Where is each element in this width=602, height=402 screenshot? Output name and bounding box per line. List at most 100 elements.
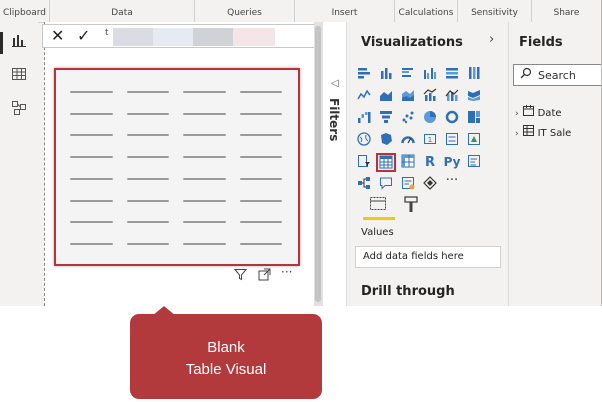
table-placeholder-line xyxy=(239,90,282,93)
table-placeholder-line xyxy=(126,90,169,93)
fields-tab-icon[interactable] xyxy=(369,196,387,216)
decomposition-tree-icon[interactable] xyxy=(355,176,373,193)
gauge-icon[interactable] xyxy=(399,132,417,149)
table-placeholder-line xyxy=(183,134,226,137)
stacked-column-chart-icon[interactable] xyxy=(377,66,395,83)
table-placeholder-line xyxy=(239,243,282,246)
table-placeholder-line xyxy=(183,221,226,224)
collapse-visualizations-icon[interactable]: › xyxy=(489,32,494,47)
chevron-right-icon[interactable]: › xyxy=(515,129,519,139)
fields-search-input[interactable]: Search xyxy=(513,64,601,86)
clustered-column-chart-icon[interactable] xyxy=(421,66,439,83)
ribbon-group-insert: Insert xyxy=(295,0,395,22)
table-placeholder-line xyxy=(70,90,113,93)
map-icon[interactable] xyxy=(355,132,373,149)
table-placeholder-line xyxy=(70,199,113,202)
waterfall-chart-icon[interactable] xyxy=(355,110,373,127)
table-placeholder-line xyxy=(70,112,113,115)
filled-map-icon[interactable] xyxy=(377,132,395,149)
filters-pane[interactable]: ◁ Filters xyxy=(322,22,347,306)
funnel-chart-icon[interactable] xyxy=(377,110,395,127)
callout-box: Blank Table Visual xyxy=(130,314,322,399)
treemap-icon[interactable] xyxy=(465,110,483,127)
line-chart-icon[interactable] xyxy=(355,88,373,105)
ribbon-chart-icon[interactable] xyxy=(465,88,483,105)
filter-icon[interactable] xyxy=(233,268,248,284)
get-more-visuals-icon[interactable]: ··· xyxy=(443,172,461,189)
pie-chart-icon[interactable] xyxy=(421,110,439,127)
table-placeholder-line xyxy=(183,243,226,246)
100-percent-column-chart-icon[interactable] xyxy=(465,66,483,83)
blank-table-visual[interactable] xyxy=(54,68,300,266)
table-placeholder-line xyxy=(239,199,282,202)
stacked-bar-chart-icon[interactable] xyxy=(355,66,373,83)
multi-row-card-icon[interactable] xyxy=(443,132,461,149)
table-placeholder-line xyxy=(70,177,113,180)
report-view-icon[interactable] xyxy=(10,32,28,50)
table-placeholder-line xyxy=(70,221,113,224)
matrix-icon[interactable] xyxy=(399,154,417,171)
table-placeholder-line xyxy=(126,221,169,224)
table-placeholder-line xyxy=(183,112,226,115)
formula-commit-button[interactable]: ✓ xyxy=(77,25,90,47)
qna-icon[interactable] xyxy=(377,176,395,193)
table-placeholder-line xyxy=(70,156,113,159)
formula-bar[interactable]: ✕ ✓ t xyxy=(42,24,344,48)
table-placeholder-line xyxy=(239,156,282,159)
clustered-bar-chart-icon[interactable] xyxy=(399,66,417,83)
model-view-icon[interactable] xyxy=(10,100,28,118)
canvas-scrollbar[interactable] xyxy=(314,22,322,306)
formula-cancel-button[interactable]: ✕ xyxy=(51,25,64,47)
drill-through-heading: Drill through xyxy=(361,284,455,299)
more-options-icon[interactable]: ··· xyxy=(281,265,292,279)
smart-narrative-icon[interactable] xyxy=(399,176,417,193)
formula-content-block xyxy=(113,28,153,46)
data-view-icon[interactable] xyxy=(10,66,28,84)
filters-pane-label: Filters xyxy=(327,98,341,142)
table-visual-icon[interactable] xyxy=(376,153,396,172)
r-visual-icon[interactable]: R xyxy=(421,154,439,171)
table-placeholder-line xyxy=(126,156,169,159)
search-placeholder: Search xyxy=(538,69,576,82)
scatter-chart-icon[interactable] xyxy=(399,110,417,127)
ribbon-group-data: Data xyxy=(50,0,195,22)
format-tab-icon[interactable] xyxy=(403,196,419,218)
field-table-date[interactable]: › Date xyxy=(515,105,562,119)
callout-line-2: Table Visual xyxy=(185,361,267,378)
svg-text:1: 1 xyxy=(428,136,432,144)
field-table-it-sale[interactable]: › IT Sale xyxy=(515,125,571,139)
chevron-right-icon[interactable]: › xyxy=(515,109,519,119)
line-and-column-chart-icon[interactable] xyxy=(421,88,439,105)
fields-pane: Fields Search › Date › IT Sale xyxy=(508,22,601,306)
stacked-area-chart-icon[interactable] xyxy=(399,88,417,105)
expand-filters-icon[interactable]: ◁ xyxy=(331,78,339,89)
values-drop-zone[interactable]: Add data fields here xyxy=(355,246,501,268)
left-nav xyxy=(0,22,38,306)
donut-chart-icon[interactable] xyxy=(443,110,461,127)
key-influencers-icon[interactable] xyxy=(465,154,483,171)
table-placeholder-line xyxy=(239,112,282,115)
focus-mode-icon[interactable] xyxy=(258,268,271,284)
slicer-icon[interactable] xyxy=(355,154,373,171)
values-well-label: Values xyxy=(361,227,394,238)
scrollbar-thumb[interactable] xyxy=(315,26,321,302)
table-placeholder-line xyxy=(126,199,169,202)
kpi-icon[interactable] xyxy=(465,132,483,149)
table-placeholder-rows xyxy=(64,80,290,254)
100-percent-bar-chart-icon[interactable] xyxy=(443,66,461,83)
paginated-report-icon[interactable] xyxy=(421,176,439,193)
python-visual-icon[interactable]: Py xyxy=(443,154,461,171)
table-placeholder-line xyxy=(183,156,226,159)
area-chart-icon[interactable] xyxy=(377,88,395,105)
ribbon-group-queries: Queries xyxy=(195,0,295,22)
table-placeholder-line xyxy=(239,134,282,137)
formula-content-block xyxy=(233,28,275,46)
ribbon-group-calculations: Calculations xyxy=(395,0,458,22)
card-icon[interactable]: 1 xyxy=(421,132,439,149)
powerbi-window: Clipboard Data Queries Insert Calculatio… xyxy=(0,0,602,306)
ribbon-group-sensitivity: Sensitivity xyxy=(458,0,532,22)
fields-title: Fields xyxy=(519,35,563,50)
line-and-stacked-column-chart-icon[interactable] xyxy=(443,88,461,105)
ribbon-group-labels: Clipboard Data Queries Insert Calculatio… xyxy=(0,0,601,23)
callout-line-1: Blank xyxy=(207,339,245,356)
